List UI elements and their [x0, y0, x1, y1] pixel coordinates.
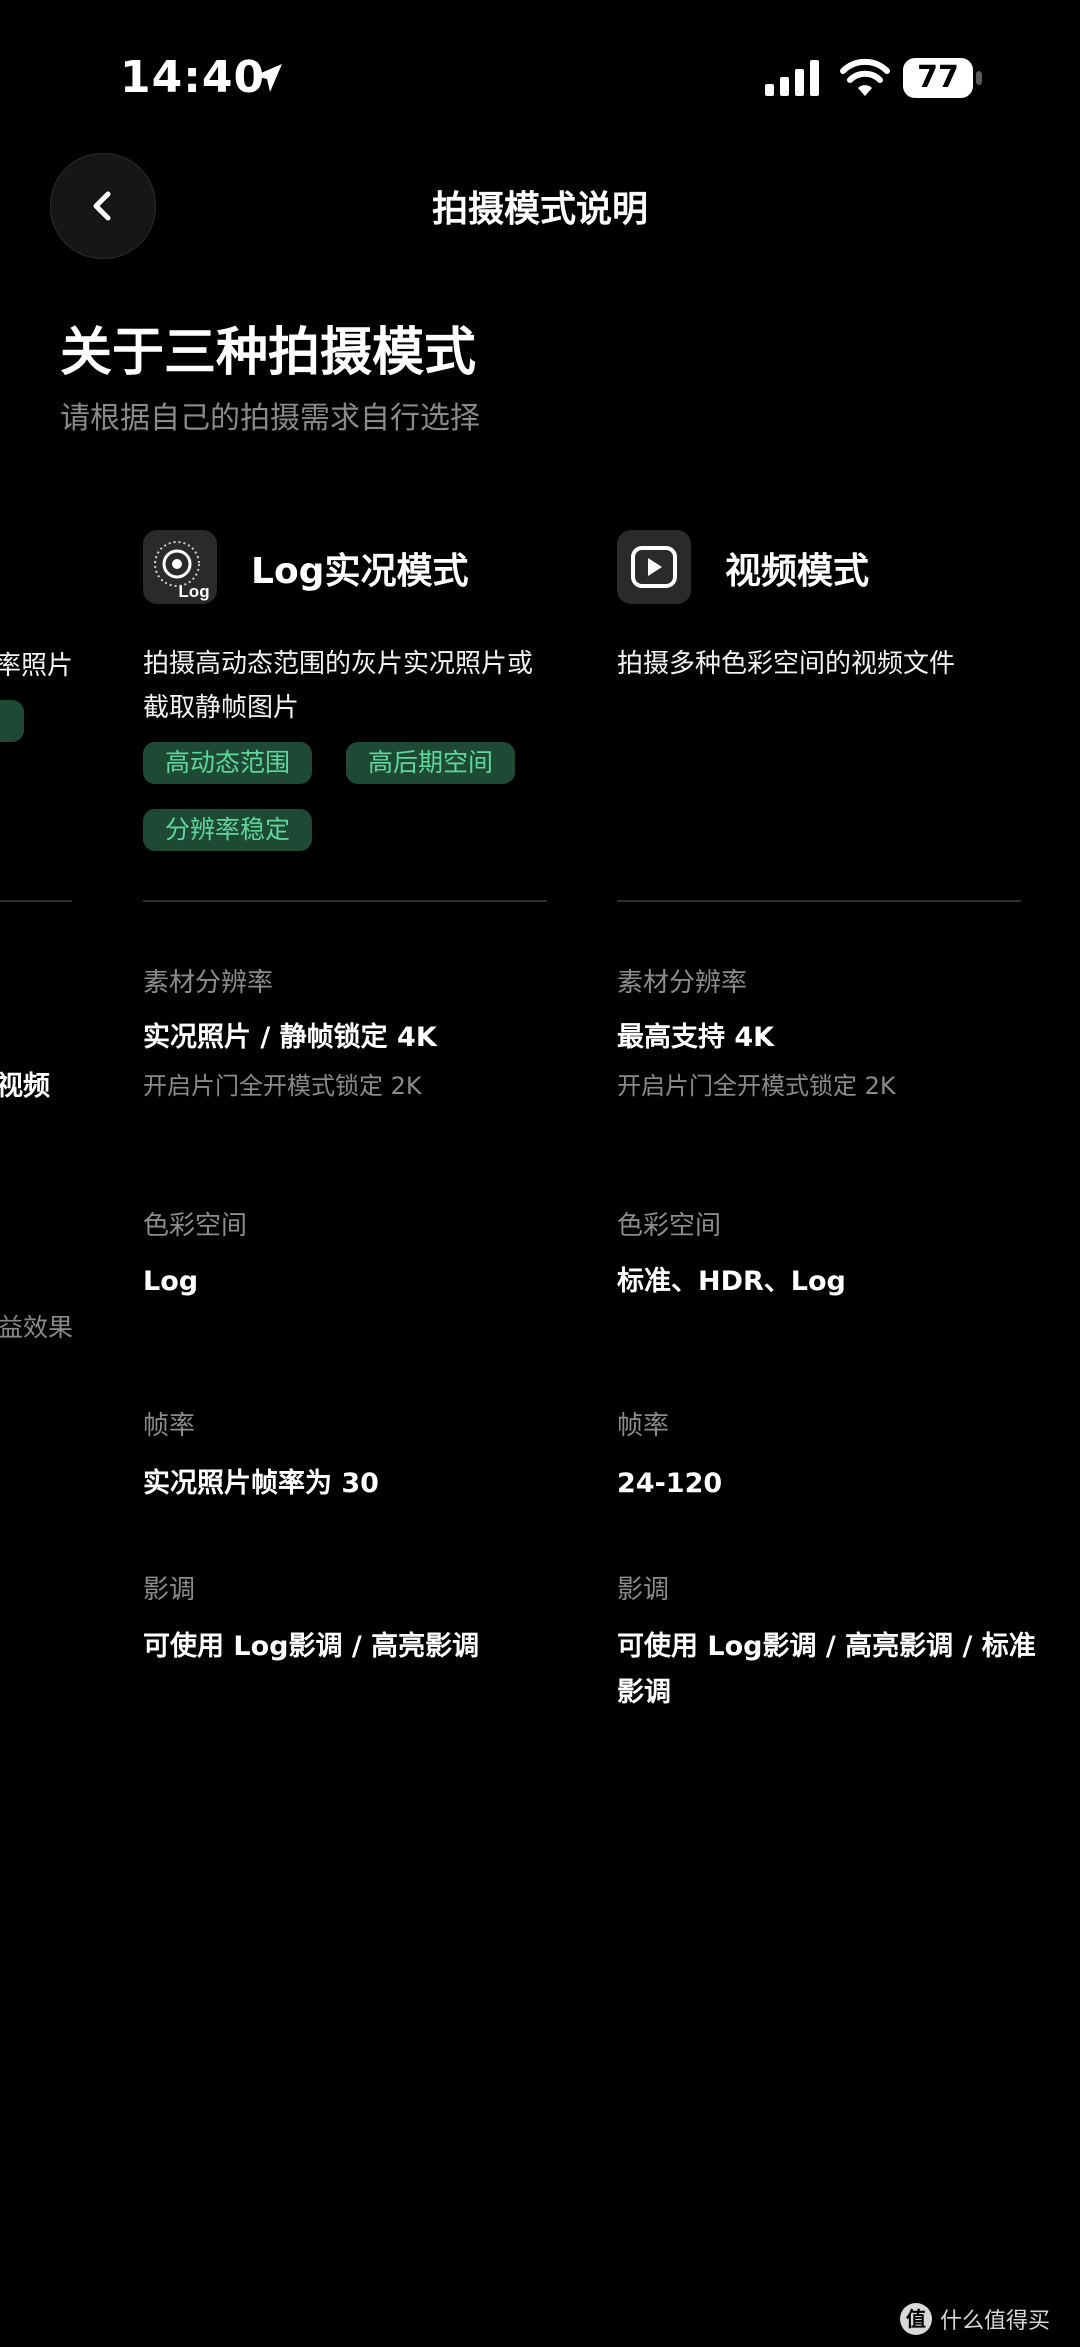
spec-value-fps: 24-120 [617, 1468, 723, 1499]
desc-line-1: 拍摄高动态范围的灰片实况照片或 [143, 649, 534, 679]
watermark-text: 什么值得买 [939, 2309, 1050, 2334]
spec-label-resolution: 素材分辨率 [617, 968, 748, 998]
nav-title: 拍摄模式说明 [431, 189, 648, 230]
tag-stable-resolution: 分辨率稳定 [143, 809, 313, 851]
wifi-icon [840, 58, 890, 96]
watermark: 值 什么值得买 [899, 2303, 1050, 2335]
spec-label-color: 色彩空间 [617, 1211, 722, 1241]
cellular-signal-icon [765, 60, 819, 96]
desc-line-2: 截取静帧图片 [143, 693, 300, 723]
battery-level: 77 [917, 60, 959, 95]
play-icon [617, 530, 691, 604]
spec-value-fps: 实况照片帧率为 30 [143, 1468, 379, 1499]
spec-value-color: 标准、HDR、Log [617, 1266, 846, 1297]
page-subtitle: 请根据自己的拍摄需求自行选择 [60, 401, 480, 436]
mode-name-video: 视频模式 [725, 551, 870, 592]
tone-line-2: 影调 [617, 1677, 671, 1708]
spec-label-fps: 帧率 [617, 1411, 670, 1441]
card-divider-video [617, 900, 1021, 902]
spec-value-tone: 可使用 Log影调 / 高亮影调 [143, 1631, 480, 1662]
mode-desc-video: 拍摄多种色彩空间的视频文件 [617, 649, 956, 679]
partial-card-effect: 益效果 [0, 1313, 74, 1342]
spec-note-resolution: 开启片门全开模式锁定 2K [143, 1072, 422, 1100]
spec-value-resolution: 最高支持 4K [617, 1022, 775, 1053]
partial-card-divider [0, 900, 72, 902]
spec-label-color: 色彩空间 [143, 1211, 248, 1241]
tag-post-processing: 高后期空间 [346, 742, 516, 784]
spec-value-color: Log [143, 1266, 199, 1297]
spec-value-resolution: 实况照片 / 静帧锁定 4K [143, 1022, 437, 1053]
spec-label-fps: 帧率 [143, 1411, 196, 1441]
mode-desc-log-live: 拍摄高动态范围的灰片实况照片或 截取静帧图片 [143, 642, 563, 730]
log-badge-text: Log [178, 582, 209, 601]
watermark-logo: 值 [899, 2303, 932, 2335]
partial-card-desc: 率照片 [0, 651, 74, 681]
partial-card-tag [0, 700, 24, 742]
tone-line-1: 可使用 Log影调 / 高亮影调 / 标准 [617, 1631, 1036, 1662]
partial-card-resolution: 视频 [0, 1071, 50, 1102]
spec-label-resolution: 素材分辨率 [143, 968, 274, 998]
tag-high-dynamic-range: 高动态范围 [143, 742, 313, 784]
spec-label-tone: 影调 [143, 1575, 196, 1605]
location-arrow-icon [254, 64, 282, 92]
page-title: 关于三种拍摄模式 [60, 323, 477, 383]
spec-value-tone: 可使用 Log影调 / 高亮影调 / 标准 影调 [617, 1624, 1037, 1716]
card-divider-log-live [143, 900, 547, 902]
status-time: 14:40 [120, 52, 266, 103]
log-live-icon: Log [143, 530, 217, 604]
mode-name-log-live: Log实况模式 [251, 551, 469, 592]
spec-note-resolution: 开启片门全开模式锁定 2K [617, 1072, 896, 1100]
spec-label-tone: 影调 [617, 1575, 670, 1605]
battery-indicator: 77 [903, 58, 983, 98]
